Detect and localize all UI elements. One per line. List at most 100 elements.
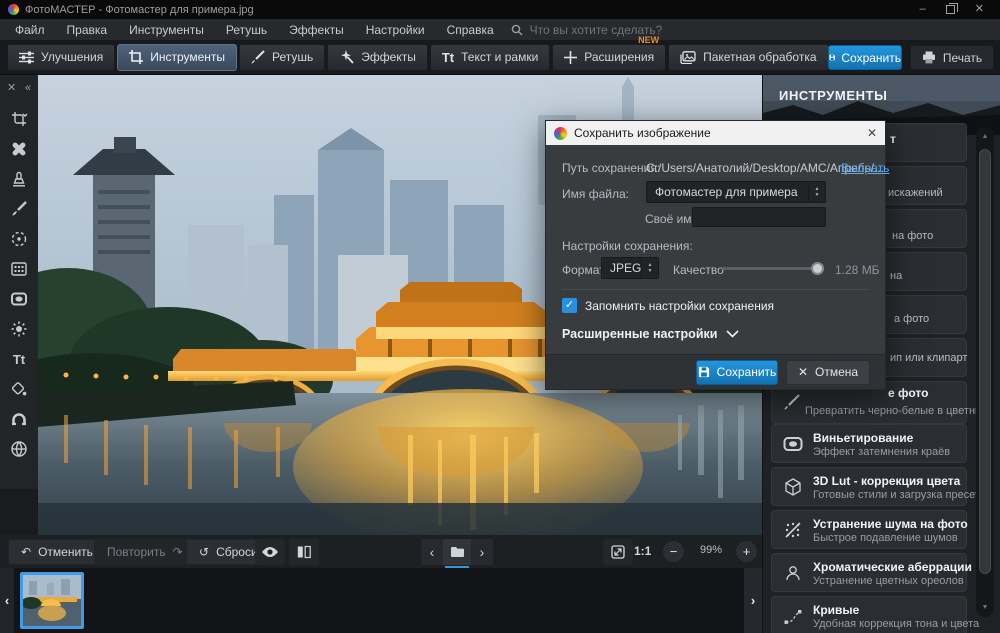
tab-tools[interactable]: Инструменты [117, 44, 237, 71]
tab-extensions[interactable]: NEW Расширения [552, 44, 666, 71]
chevron-down-icon [726, 330, 739, 338]
remember-settings-checkbox[interactable]: ✓ [562, 298, 577, 313]
clone-stamp-tool[interactable] [8, 170, 30, 188]
dialog-save-button[interactable]: Сохранить [696, 360, 778, 385]
tool-card-denoise[interactable]: Устранение шума на фото Быстрое подавлен… [771, 510, 967, 549]
dialog-close-button[interactable]: ✕ [867, 126, 877, 140]
chevron-left-icon: ‹ [5, 593, 9, 608]
minimize-button[interactable]: – [920, 4, 926, 15]
mosaic-grid-tool[interactable] [8, 260, 30, 278]
menubar: Файл Правка Инструменты Ретушь Эффекты Н… [0, 19, 1000, 40]
liquify-tool[interactable] [8, 410, 30, 428]
custom-name-input[interactable] [692, 207, 826, 227]
maximize-button[interactable] [946, 5, 955, 14]
photo-thumbnail-selected[interactable] [20, 572, 84, 629]
fit-to-screen-button[interactable] [603, 539, 633, 565]
spin-up-icon: ▲ [648, 263, 653, 268]
radial-filter-tool[interactable] [8, 320, 30, 338]
menu-settings[interactable]: Настройки [355, 23, 436, 37]
undo-button[interactable]: ↶ Отменить [8, 539, 106, 565]
floppy-icon [698, 366, 710, 378]
radial-gradient-tool[interactable] [8, 230, 30, 248]
card-subtitle-fragment: ип или клипарт [890, 352, 967, 364]
slider-handle[interactable] [811, 262, 824, 275]
format-label: Формат [562, 263, 605, 277]
advanced-settings-toggle[interactable]: Расширенные настройки [562, 327, 739, 341]
menu-file[interactable]: Файл [4, 23, 56, 37]
mesh-warp-tool[interactable] [8, 440, 30, 458]
brush-tool[interactable] [8, 200, 30, 218]
compare-split-button[interactable] [289, 539, 319, 565]
menu-retouch[interactable]: Ретушь [215, 23, 278, 37]
next-photo-button[interactable]: › [471, 539, 493, 565]
collapse-panel-icon[interactable]: « [25, 83, 31, 94]
menu-edit[interactable]: Правка [56, 23, 119, 37]
dialog-title: Сохранить изображение [574, 126, 711, 140]
dialog-cancel-button[interactable]: ✕ Отмена [786, 360, 870, 385]
tab-enhancements[interactable]: Улучшения [7, 44, 115, 71]
tab-label: Ретушь [272, 50, 313, 64]
card-title-fragment: т [890, 132, 896, 146]
vignette-tool[interactable] [8, 290, 30, 308]
vignette-icon [783, 434, 805, 456]
menu-effects[interactable]: Эффекты [278, 23, 355, 37]
scroll-down-icon[interactable]: ▼ [976, 604, 994, 611]
menu-help[interactable]: Справка [436, 23, 505, 37]
reset-icon: ↺ [199, 545, 209, 559]
menu-tools[interactable]: Инструменты [118, 23, 215, 37]
spin-up-icon: ▲ [815, 187, 820, 192]
close-window-button[interactable]: ✕ [975, 4, 984, 15]
format-spinner[interactable]: ▲ ▼ [641, 258, 658, 278]
filename-spinner[interactable]: ▲ ▼ [808, 182, 825, 202]
filmstrip-prev-button[interactable]: ‹ [0, 568, 14, 633]
redo-button[interactable]: Повторить ↷ [94, 539, 196, 565]
tool-card-3d-lut[interactable]: 3D Lut - коррекция цвета Готовые стили и… [771, 467, 967, 506]
panel-scrollbar[interactable]: ▲ ▼ [976, 127, 994, 617]
colorize-icon [783, 391, 805, 413]
filename-combobox[interactable]: Фотомастер для примера ▲ ▼ [646, 181, 826, 203]
scrollbar-thumb[interactable] [979, 149, 991, 574]
close-icon: ✕ [798, 365, 808, 379]
batch-photos-icon [680, 51, 696, 64]
tool-card-vignette[interactable]: Виньетирование Эффект затемнения краёв [771, 424, 967, 463]
quality-slider[interactable] [722, 262, 824, 275]
magic-wand-icon [339, 50, 354, 65]
tab-retouch[interactable]: Ретушь [239, 44, 325, 71]
choose-path-link[interactable]: Выбрать [841, 161, 889, 175]
window-title: ФотоМАСТЕР - Фотомастер для примера.jpg [25, 4, 254, 16]
prev-photo-button[interactable]: ‹ [421, 539, 443, 565]
tool-card-chromatic-aberration[interactable]: Хроматические аберрации Устранение цветн… [771, 553, 967, 592]
tab-label: Эффекты [361, 50, 416, 64]
zoom-out-button[interactable]: − [663, 541, 684, 562]
print-button[interactable]: Печать [910, 45, 994, 70]
custom-name-label: Своё имя [645, 212, 698, 226]
scroll-up-icon[interactable]: ▲ [976, 133, 994, 140]
printer-icon [922, 51, 936, 64]
zoom-in-button[interactable]: + [736, 541, 757, 562]
filmstrip-next-button[interactable]: › [744, 568, 762, 633]
tab-effects[interactable]: Эффекты [327, 44, 428, 71]
sliders-icon [19, 51, 34, 64]
filename-value: Фотомастер для примера [647, 185, 808, 199]
fill-tool[interactable] [8, 380, 30, 398]
checkmark-icon: ✓ [565, 300, 574, 311]
filmstrip: ‹ › [0, 568, 762, 633]
card-title: Устранение шума на фото [813, 517, 968, 531]
close-panel-icon[interactable]: ✕ [7, 83, 16, 94]
text-tool[interactable]: Tt [8, 350, 30, 368]
curves-icon [783, 606, 805, 628]
tool-card-curves[interactable]: Кривые Удобная коррекция тона и цвета [771, 596, 967, 633]
save-settings-label: Настройки сохранения: [562, 239, 693, 253]
save-button[interactable]: Сохранить [828, 45, 902, 70]
preview-original-button[interactable] [255, 539, 285, 565]
dialog-titlebar: Сохранить изображение ✕ [546, 121, 885, 145]
zoom-1to1-button[interactable]: 1:1 [634, 544, 651, 558]
healing-patch-tool[interactable] [8, 140, 30, 158]
card-subtitle: Быстрое подавление шумов [813, 532, 958, 544]
tab-text-frames[interactable]: Tt Текст и рамки [430, 44, 550, 71]
tab-batch-processing[interactable]: Пакетная обработка [668, 44, 828, 71]
format-combobox[interactable]: JPEG ▲ ▼ [601, 257, 659, 279]
crop-rotate-tool[interactable] [8, 110, 30, 128]
open-folder-button[interactable] [443, 539, 471, 565]
thumbnail-image [23, 575, 81, 626]
